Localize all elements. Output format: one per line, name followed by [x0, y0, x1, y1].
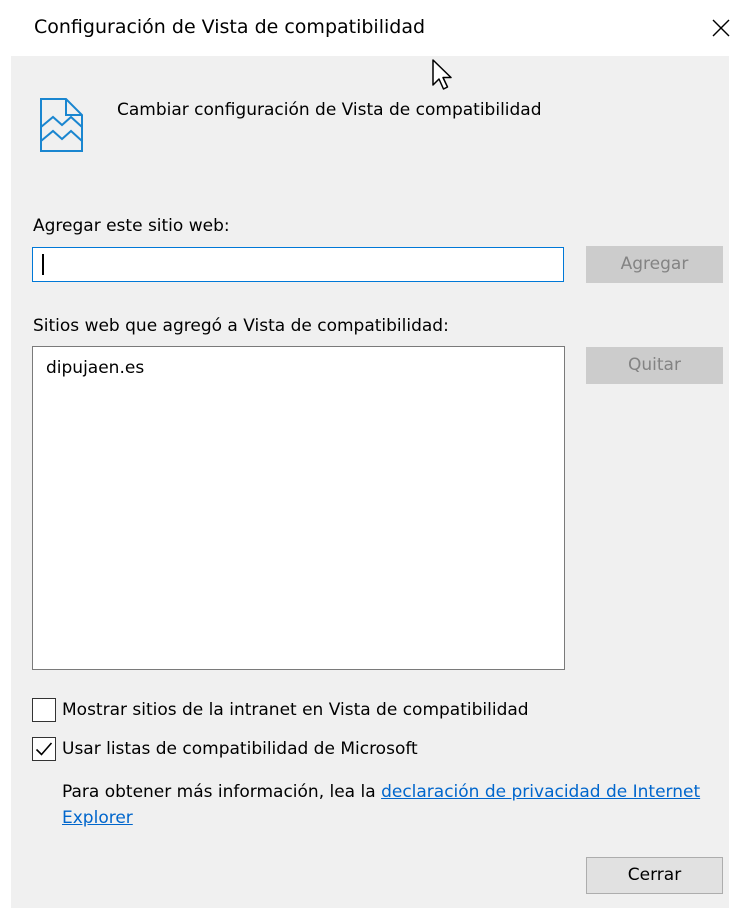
- intranet-checkbox-label[interactable]: Mostrar sitios de la intranet en Vista d…: [62, 697, 529, 723]
- checkmark-icon: [35, 742, 53, 756]
- privacy-info: Para obtener más información, lea la dec…: [62, 779, 702, 831]
- compatibility-view-icon: [38, 96, 86, 154]
- header-text: Cambiar configuración de Vista de compat…: [117, 100, 542, 120]
- privacy-info-text: Para obtener más información, lea la: [62, 782, 382, 802]
- ms-lists-checkbox[interactable]: [32, 737, 56, 761]
- close-button[interactable]: Cerrar: [586, 857, 723, 894]
- window-title: Configuración de Vista de compatibilidad: [34, 16, 426, 38]
- list-item[interactable]: dipujaen.es: [46, 355, 564, 381]
- site-list-label: Sitios web que agregó a Vista de compati…: [33, 316, 449, 336]
- close-icon[interactable]: [706, 13, 736, 43]
- title-bar: Configuración de Vista de compatibilidad: [0, 0, 741, 56]
- remove-button[interactable]: Quitar: [586, 347, 723, 384]
- add-site-label: Agregar este sitio web:: [33, 216, 230, 236]
- add-button[interactable]: Agregar: [586, 246, 723, 283]
- intranet-checkbox[interactable]: [32, 698, 56, 722]
- ms-lists-checkbox-label[interactable]: Usar listas de compatibilidad de Microso…: [62, 736, 418, 762]
- text-caret: [42, 254, 44, 275]
- add-site-input[interactable]: [32, 247, 564, 282]
- site-list[interactable]: dipujaen.es: [32, 346, 565, 670]
